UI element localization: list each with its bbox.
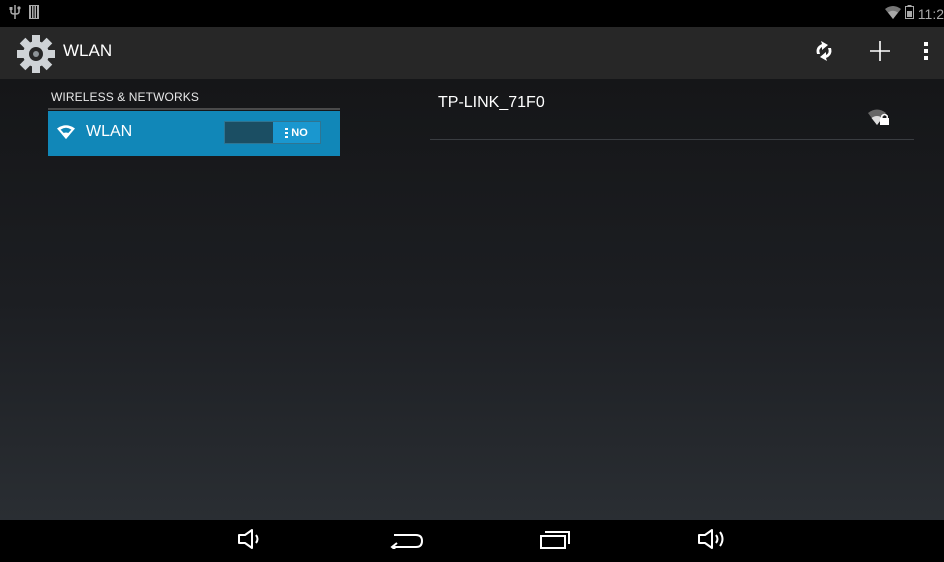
wlan-toggle[interactable]: NO [224,121,321,144]
settings-gear-icon[interactable] [16,35,56,73]
screen: 11:2 WLAN WIRELESS & NETWORKS WLAN NO TP… [0,0,944,562]
action-bar-actions [796,27,944,79]
wifi-icon [884,5,901,22]
add-icon [869,40,891,67]
usb-icon [9,4,21,23]
wps-icon [813,40,835,67]
volume-up-button[interactable] [682,520,742,562]
status-right: 11:2 [884,5,944,22]
section-divider [48,108,340,110]
status-time: 11:2 [917,5,944,22]
grip-icon [285,127,289,138]
navigation-bar [0,520,944,562]
volume-up-icon [696,528,728,555]
page-title: WLAN [63,41,113,60]
toggle-label: NO [291,126,308,139]
list-divider [430,139,914,140]
action-bar: WLAN [0,27,944,79]
content-area: WIRELESS & NETWORKS WLAN NO TP-LINK_71F0 [0,79,944,520]
wifi-icon [57,125,75,144]
wifi-lock-icon [868,109,890,130]
network-name[interactable]: TP-LINK_71F0 [438,94,545,112]
recent-apps-button[interactable] [525,520,585,562]
volume-down-button[interactable] [220,520,280,562]
overflow-menu-icon [923,41,929,66]
sd-card-icon [29,5,39,22]
back-icon [388,529,424,554]
sidebar-item-wlan[interactable]: WLAN NO [48,111,340,156]
add-network-button[interactable] [852,27,908,79]
volume-down-icon [236,528,264,555]
toggle-thumb: NO [273,122,320,143]
status-left [9,4,39,23]
status-bar: 11:2 [0,0,944,27]
back-button[interactable] [376,520,436,562]
overflow-menu-button[interactable] [908,27,944,79]
sidebar-item-label: WLAN [86,123,133,140]
recent-apps-icon [539,528,571,555]
wps-button[interactable] [796,27,852,79]
section-header: WIRELESS & NETWORKS [51,90,199,104]
battery-icon [904,5,914,22]
